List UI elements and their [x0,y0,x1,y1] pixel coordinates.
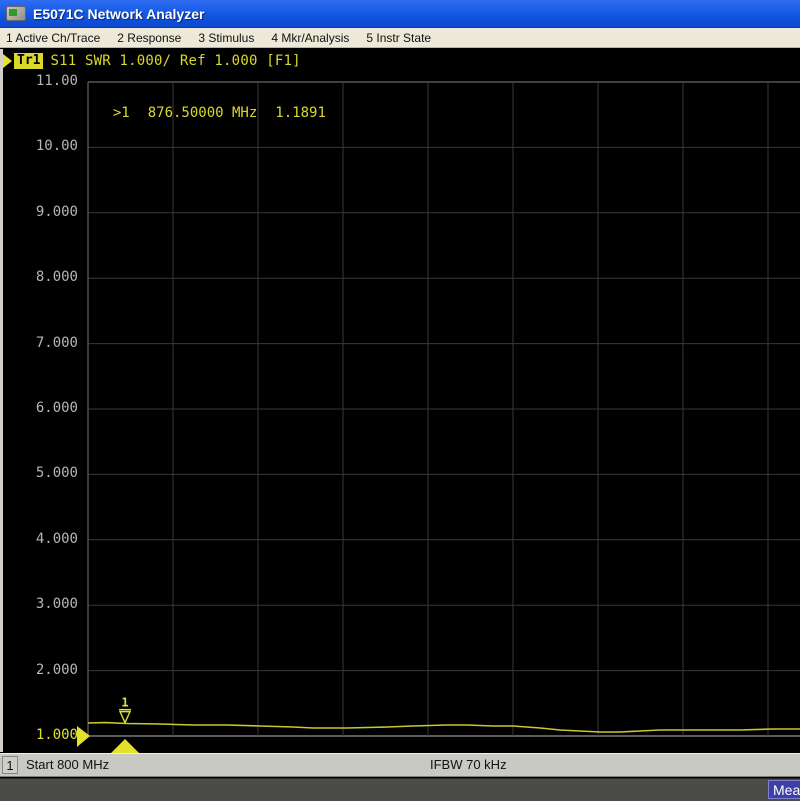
meas-softkey-button[interactable]: Mea [768,780,800,799]
marker-readout-frequency: 876.50000 MHz [148,105,258,121]
y-axis-label: 4.000 [14,531,78,547]
marker-1-symbol[interactable] [120,712,130,723]
y-axis-label: 3.000 [14,596,78,612]
y-axis-label: 7.000 [14,335,78,351]
ifbw-label: IFBW 70 kHz [430,757,507,772]
y-axis-label: 5.000 [14,465,78,481]
trace-label-chip[interactable]: Tr1 [14,53,43,69]
swr-trace [88,723,800,732]
y-axis-label: 9.000 [14,204,78,220]
y-axis-label: 8.000 [14,269,78,285]
y-axis-label: 10.00 [14,138,78,154]
active-trace-arrow-icon [3,54,12,68]
marker-readout: >1 876.50000 MHz 1.1891 [96,89,344,121]
channel-status-bar: 1 Start 800 MHz IFBW 70 kHz [0,753,800,777]
window-left-border [0,49,3,752]
y-axis-label: 1.000 [14,727,78,743]
marker-readout-id: >1 [113,105,130,121]
trace-status-bar: Tr1 S11 SWR 1.000/ Ref 1.000 [F1] [3,52,301,69]
marker-1-stimulus-indicator[interactable] [111,739,139,753]
marker-1-number: 1 [121,696,128,710]
task-bar: Mea [0,778,800,801]
trace-format-info: S11 SWR 1.000/ Ref 1.000 [F1] [50,53,300,69]
marker-readout-value: 1.1891 [275,105,326,121]
y-axis-label: 11.00 [14,73,78,89]
y-axis-label: 6.000 [14,400,78,416]
y-axis-label: 2.000 [14,662,78,678]
start-frequency-label: Start 800 MHz [26,757,109,772]
channel-number-badge: 1 [2,756,18,774]
network-analyzer-screen: { "window": { "title": "E5071C Network A… [0,0,800,800]
